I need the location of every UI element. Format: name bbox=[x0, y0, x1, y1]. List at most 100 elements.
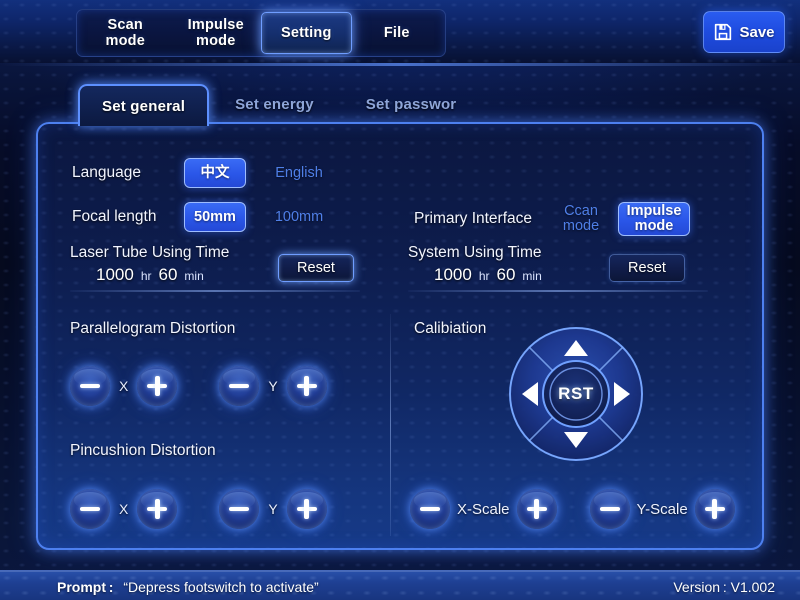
tab-label: Set general bbox=[102, 97, 186, 115]
panel-content: Language 中文 English Focal length 50mm 10… bbox=[38, 124, 762, 548]
settings-panel: Language 中文 English Focal length 50mm 10… bbox=[36, 122, 764, 550]
system-hours: 1000 bbox=[434, 265, 472, 284]
laser-tube-minutes-unit: min bbox=[184, 269, 204, 283]
pincushion-title: Pincushion Distortion bbox=[70, 442, 216, 459]
language-option-label: English bbox=[275, 164, 323, 181]
nav-label-line1: Scan bbox=[107, 17, 143, 33]
system-minutes-unit: min bbox=[522, 269, 542, 283]
parallelogram-x-label: X bbox=[119, 378, 129, 394]
top-header: Scan mode Impulse mode Setting File Save bbox=[0, 0, 800, 66]
nav-label-line2: mode bbox=[196, 33, 236, 49]
scale-controls: X-Scale Y-Scale bbox=[410, 489, 735, 529]
calibration-up-button[interactable] bbox=[506, 324, 646, 368]
parallelogram-y-minus-button[interactable] bbox=[219, 366, 260, 406]
prompt-message: “Depress footswitch to activate” bbox=[123, 579, 319, 595]
system-hours-unit: hr bbox=[478, 269, 490, 283]
nav-button-impulse-mode[interactable]: Impulse mode bbox=[171, 12, 262, 54]
tab-set-password[interactable]: Set passwor bbox=[340, 84, 483, 124]
language-option-english[interactable]: English bbox=[260, 158, 338, 188]
minus-icon bbox=[229, 383, 250, 389]
laser-tube-minutes: 60 bbox=[158, 265, 178, 284]
laser-tube-hours: 1000 bbox=[96, 265, 134, 284]
tab-label: Set passwor bbox=[365, 95, 457, 113]
save-button-label: Save bbox=[739, 23, 775, 41]
focal-length-option-50mm[interactable]: 50mm bbox=[184, 202, 246, 232]
primary-interface-option-line1: Impulse bbox=[626, 203, 682, 219]
primary-interface-option-line1: Ccan bbox=[564, 203, 598, 219]
minus-icon bbox=[420, 506, 440, 512]
settings-tabs: Set general Set energy Set passwor bbox=[78, 82, 483, 126]
calibration-left-button[interactable] bbox=[506, 368, 550, 420]
y-scale-minus-button[interactable] bbox=[589, 489, 630, 529]
x-scale-minus-button[interactable] bbox=[410, 489, 450, 529]
primary-interface-option-line2: mode bbox=[562, 218, 600, 234]
minus-icon bbox=[599, 506, 620, 512]
calibration-title: Calibiation bbox=[414, 320, 487, 337]
primary-interface-row: Primary Interface Ccan mode Impulse mode bbox=[414, 202, 691, 236]
x-scale-plus-button[interactable] bbox=[516, 489, 557, 529]
parallelogram-x-minus-button[interactable] bbox=[70, 366, 110, 406]
divider-left bbox=[70, 290, 360, 292]
nav-button-setting[interactable]: Setting bbox=[261, 12, 352, 54]
pincushion-y-minus-button[interactable] bbox=[219, 489, 260, 529]
primary-interface-option-line2: mode bbox=[634, 218, 674, 234]
main-navigation: Scan mode Impulse mode Setting File bbox=[76, 9, 446, 57]
language-option-chinese[interactable]: 中文 bbox=[184, 158, 246, 188]
nav-label-line1: Setting bbox=[280, 25, 332, 41]
minus-icon bbox=[80, 506, 100, 512]
laser-tube-hours-unit: hr bbox=[140, 269, 152, 283]
tab-label: Set energy bbox=[235, 95, 314, 113]
calibration-down-button[interactable] bbox=[506, 420, 646, 464]
pincushion-x-label: X bbox=[119, 501, 129, 517]
focal-length-option-label: 100mm bbox=[274, 208, 324, 225]
divider-right bbox=[408, 290, 708, 292]
pincushion-x-minus-button[interactable] bbox=[70, 489, 110, 529]
primary-interface-option-impulse[interactable]: Impulse mode bbox=[618, 202, 691, 236]
minus-icon bbox=[80, 383, 100, 389]
save-button[interactable]: Save bbox=[703, 11, 785, 53]
tab-set-general[interactable]: Set general bbox=[78, 84, 210, 126]
nav-label-line1: File bbox=[383, 25, 410, 41]
language-row: Language 中文 English bbox=[72, 158, 338, 188]
y-scale-label: Y-Scale bbox=[636, 500, 688, 518]
pincushion-x-plus-button[interactable] bbox=[137, 489, 178, 529]
prompt-label: Prompt : bbox=[57, 579, 114, 595]
focal-length-option-100mm[interactable]: 100mm bbox=[260, 202, 338, 232]
laser-tube-reset-label: Reset bbox=[297, 260, 335, 276]
version-text: Version : V1.002 bbox=[673, 579, 775, 595]
y-scale-plus-button[interactable] bbox=[694, 489, 735, 529]
focal-length-label: Focal length bbox=[72, 208, 157, 225]
vertical-divider bbox=[390, 314, 391, 536]
parallelogram-y-plus-button[interactable] bbox=[286, 366, 327, 406]
focal-length-row: Focal length 50mm 100mm bbox=[72, 202, 338, 232]
calibration-rst-button[interactable] bbox=[550, 368, 602, 420]
primary-interface-option-ccan[interactable]: Ccan mode bbox=[556, 203, 606, 235]
nav-button-scan-mode[interactable]: Scan mode bbox=[80, 12, 171, 54]
pincushion-y-label: Y bbox=[268, 501, 278, 517]
x-scale-label: X-Scale bbox=[457, 500, 510, 518]
nav-label-line2: mode bbox=[105, 33, 145, 49]
focal-length-option-label: 50mm bbox=[194, 208, 236, 225]
application-window: Scan mode Impulse mode Setting File Save… bbox=[0, 0, 800, 600]
pincushion-y-plus-button[interactable] bbox=[286, 489, 327, 529]
language-label: Language bbox=[72, 164, 141, 181]
parallelogram-x-plus-button[interactable] bbox=[137, 366, 178, 406]
language-option-label: 中文 bbox=[200, 164, 230, 181]
status-bar: Prompt : “Depress footswitch to activate… bbox=[0, 570, 800, 600]
nav-label-line1: Impulse bbox=[187, 17, 244, 33]
laser-tube-reset-button[interactable]: Reset bbox=[278, 254, 354, 282]
floppy-disk-icon bbox=[713, 22, 733, 42]
parallelogram-title: Parallelogram Distortion bbox=[70, 320, 236, 337]
nav-button-file[interactable]: File bbox=[352, 12, 443, 54]
parallelogram-controls: X Y bbox=[70, 366, 327, 406]
system-minutes: 60 bbox=[496, 265, 516, 284]
system-reset-label: Reset bbox=[628, 260, 666, 276]
tab-set-energy[interactable]: Set energy bbox=[209, 84, 340, 124]
primary-interface-label: Primary Interface bbox=[414, 210, 533, 227]
parallelogram-y-label: Y bbox=[268, 378, 278, 394]
calibration-right-button[interactable] bbox=[602, 368, 646, 420]
pincushion-controls: X Y bbox=[70, 489, 327, 529]
minus-icon bbox=[229, 506, 250, 512]
system-reset-button[interactable]: Reset bbox=[609, 254, 685, 282]
prompt-area: Prompt : “Depress footswitch to activate… bbox=[57, 579, 319, 595]
